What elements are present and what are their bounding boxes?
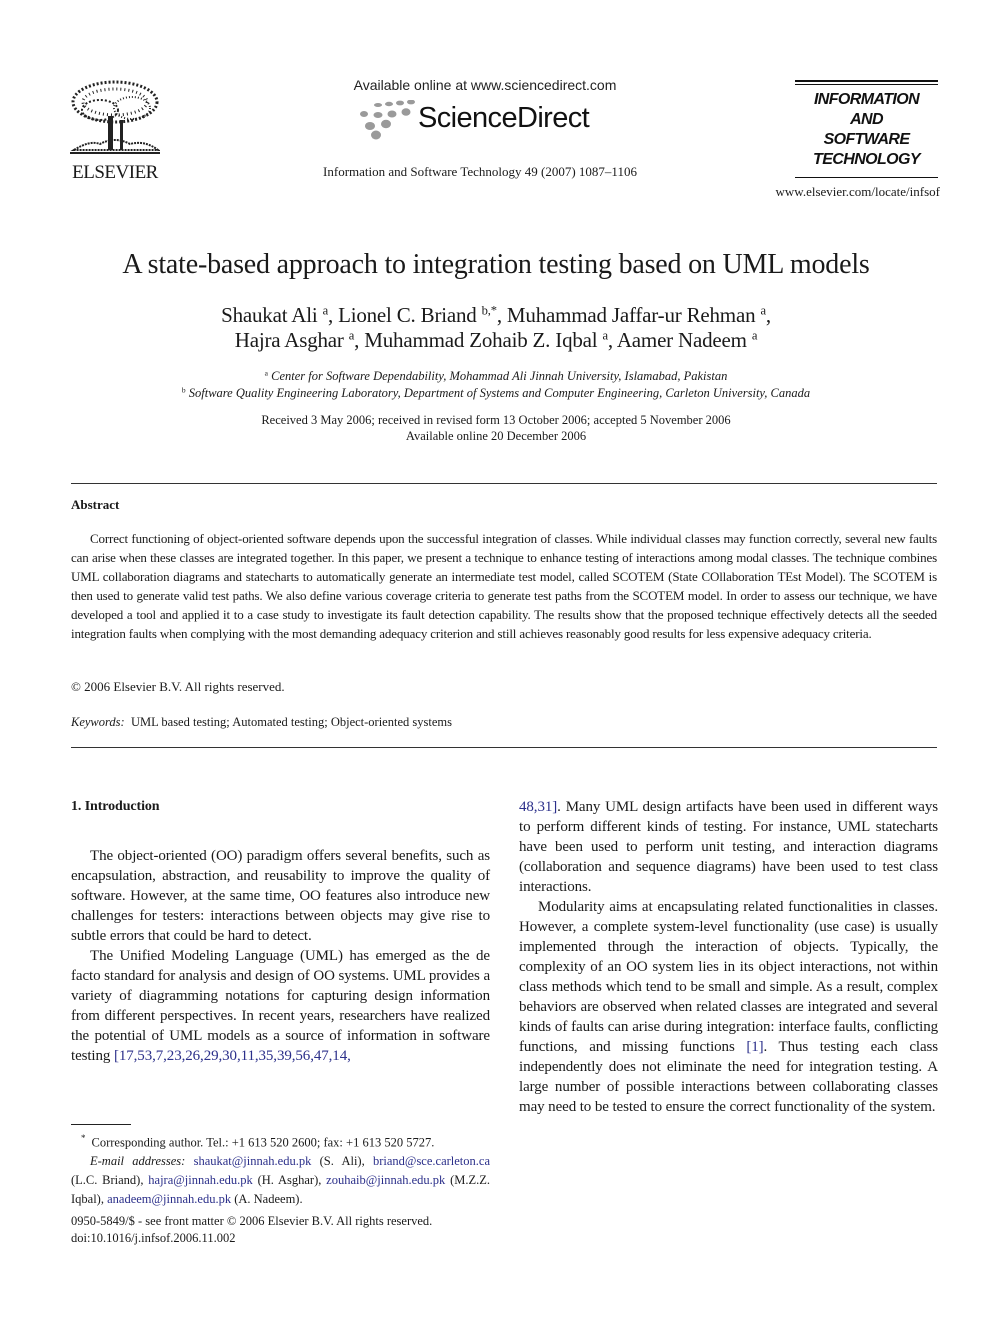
citation-link[interactable]: [1] (746, 1039, 763, 1055)
paper-title: A state-based approach to integration te… (122, 249, 870, 280)
elsevier-logo: ELSEVIER (68, 80, 162, 183)
authors-line: Hajra Asghar a, Muhammad Zohaib Z. Iqbal… (40, 328, 952, 353)
journal-name-line: AND (850, 111, 883, 128)
footnote: * Corresponding author. Tel.: +1 613 520 … (71, 1129, 490, 1209)
footnote-mark: * (81, 1133, 86, 1143)
corresponding-author-note: * Corresponding author. Tel.: +1 613 520 … (71, 1129, 490, 1152)
journal-rule (795, 177, 938, 178)
journal-citation: Information and Software Technology 49 (… (323, 164, 637, 179)
author-separator: , (765, 303, 771, 327)
body-column-right: 48,31]. Many UML design artifacts have b… (519, 797, 938, 1117)
author-name: Shaukat Ali (221, 303, 318, 327)
author-name: Muhammad Zohaib Z. Iqbal (364, 328, 598, 352)
abstract-heading: Abstract (71, 497, 120, 512)
affiliation-mark: b (181, 385, 186, 395)
received-dates: Received 3 May 2006; received in revised… (261, 413, 731, 427)
section-divider (71, 747, 937, 748)
section-heading: 1. Introduction (71, 799, 160, 814)
author-separator: , (354, 328, 365, 352)
author-affiliation-mark: a (751, 328, 758, 343)
keywords: Keywords: UML based testing; Automated t… (71, 715, 452, 730)
journal-rule (795, 84, 938, 85)
sciencedirect-wordmark: ScienceDirect (418, 102, 590, 134)
email-owner: (L.C. Briand), (71, 1173, 149, 1188)
author-separator: , (607, 328, 617, 352)
issn-line: 0950-5849/$ - see front matter © 2006 El… (71, 1214, 433, 1228)
email-link[interactable]: briand@sce.carleton.ca (373, 1154, 490, 1168)
email-label: E-mail addresses: (90, 1154, 186, 1169)
affiliation: b Software Quality Engineering Laborator… (40, 386, 952, 401)
email-addresses: E-mail addresses: shaukat@jinnah.edu.pk … (71, 1152, 490, 1209)
email-link[interactable]: hajra@jinnah.edu.pk (148, 1173, 253, 1187)
paragraph-text: Modularity aims at encapsulating related… (519, 899, 938, 1055)
author-separator: , (327, 303, 339, 327)
email-link[interactable]: anadeem@jinnah.edu.pk (107, 1192, 231, 1206)
body-paragraph: Modularity aims at encapsulating related… (519, 897, 938, 1117)
email-owner: (A. Nadeem). (231, 1192, 303, 1207)
body-column-left: 1. Introduction The object-oriented (OO)… (71, 797, 490, 1066)
paragraph-text: The Unified Modeling Language (UML) has … (71, 948, 490, 1064)
footnote-rule (71, 1124, 131, 1125)
email-owner: (H. Asghar), (252, 1173, 327, 1188)
email-link[interactable]: shaukat@jinnah.edu.pk (194, 1154, 312, 1168)
body-paragraph: 48,31]. Many UML design artifacts have b… (519, 797, 938, 897)
affiliation-text: Software Quality Engineering Laboratory,… (188, 386, 811, 400)
sciencedirect-logo: ScienceDirect (356, 98, 606, 144)
email-owner: (S. Ali), (311, 1154, 373, 1169)
citation-link[interactable]: [17,53,7,23,26,29,30,11,35,39,56,47,14, (114, 1048, 351, 1064)
doi-link[interactable]: doi:10.1016/j.infsof.2006.11.002 (71, 1231, 490, 1246)
journal-url-link[interactable]: www.elsevier.com/locate/infsof (740, 184, 941, 200)
journal-name-line: SOFTWARE (823, 131, 910, 148)
journal-name-line: INFORMATION (813, 91, 920, 108)
journal-rule (795, 80, 938, 82)
abstract-text: Correct functioning of object-oriented s… (71, 531, 937, 641)
email-link[interactable]: zouhaib@jinnah.edu.pk (326, 1173, 445, 1187)
keywords-list: UML based testing; Automated testing; Ob… (130, 715, 452, 729)
author-name: Aamer Nadeem (616, 328, 747, 352)
author-separator: , (496, 303, 507, 327)
affiliation-text: Center for Software Dependability, Moham… (271, 369, 728, 383)
abstract-copyright: © 2006 Elsevier B.V. All rights reserved… (71, 679, 285, 694)
author-name: Muhammad Jaffar-ur Rehman (506, 303, 756, 327)
available-online-text: Available online at www.sciencedirect.co… (353, 77, 617, 93)
section-divider (71, 483, 937, 484)
publisher-name: ELSEVIER (72, 162, 158, 183)
keywords-label: Keywords: (71, 715, 125, 729)
body-paragraph: The Unified Modeling Language (UML) has … (71, 946, 490, 1066)
available-online-date: Available online 20 December 2006 (405, 429, 587, 443)
citation-link[interactable]: 48,31] (519, 799, 557, 815)
author-affiliation-mark: b,* (481, 303, 497, 318)
corresponding-author-text: Corresponding author. Tel.: +1 613 520 2… (91, 1135, 435, 1150)
paragraph-text: . Many UML design artifacts have been us… (519, 799, 938, 895)
author-name: Hajra Asghar (234, 328, 344, 352)
elsevier-tree-icon (70, 80, 160, 154)
affiliation: a Center for Software Dependability, Moh… (40, 369, 952, 384)
journal-name-logo: INFORMATION AND SOFTWARE TECHNOLOGY (795, 90, 938, 170)
body-paragraph: The object-oriented (OO) paradigm offers… (71, 848, 490, 944)
journal-name-line: TECHNOLOGY (813, 151, 921, 168)
authors-line: Shaukat Ali a, Lionel C. Briand b,*, Muh… (40, 303, 952, 328)
affiliation-mark: a (264, 368, 268, 378)
author-name: Lionel C. Briand (338, 303, 477, 327)
sciencedirect-dots-icon (360, 100, 415, 140)
